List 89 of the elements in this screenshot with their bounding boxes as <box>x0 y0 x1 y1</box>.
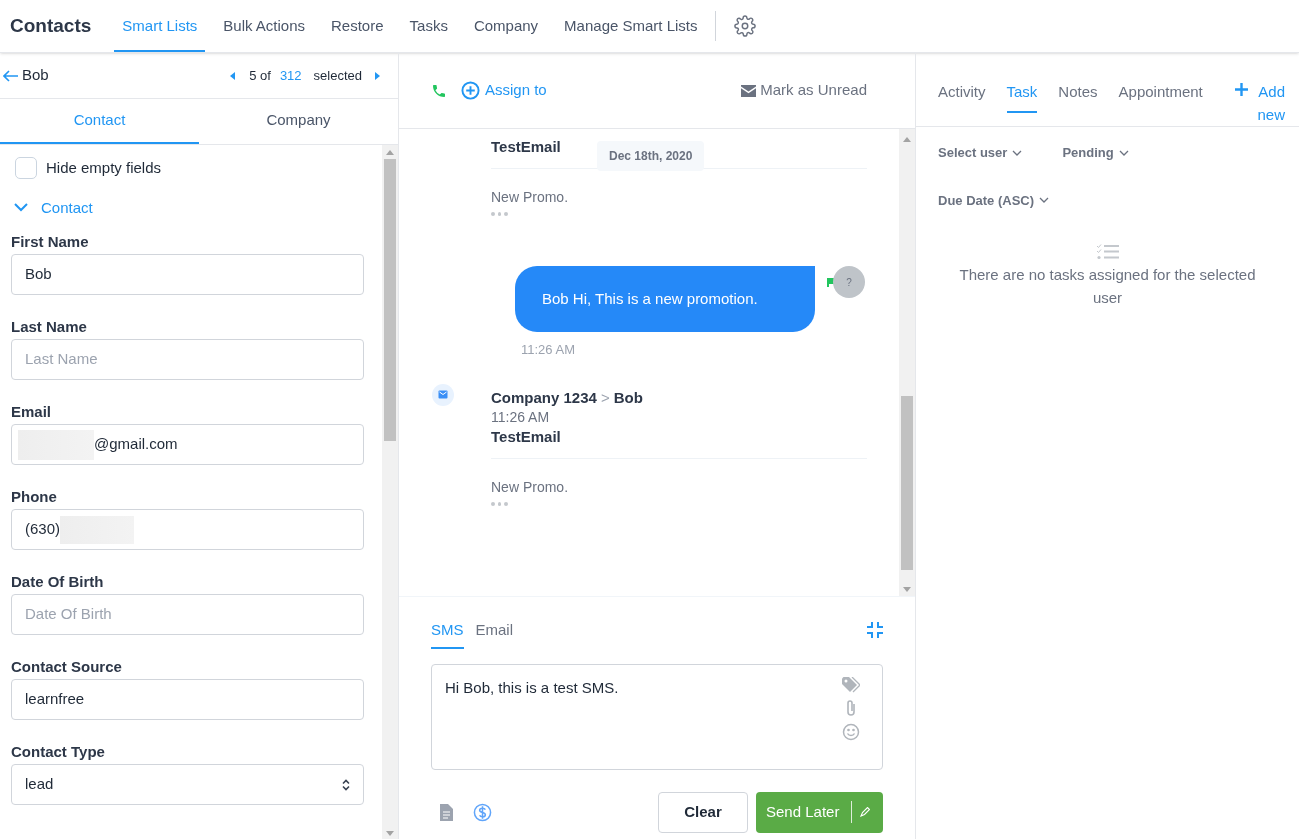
mark-unread-button[interactable]: Mark as Unread <box>741 79 867 102</box>
panel-tab[interactable]: Notes <box>1058 81 1098 113</box>
input-field[interactable]: (630) <box>11 509 364 550</box>
scroll-down-icon[interactable] <box>386 831 394 836</box>
panel-tab[interactable]: Contact <box>0 99 199 144</box>
sort-arrows-icon <box>342 778 350 791</box>
field-label: Email <box>11 403 53 421</box>
more-icon[interactable] <box>491 501 508 506</box>
checkbox-label: Hide empty fields <box>46 158 162 178</box>
panel-tab[interactable]: Company <box>199 99 398 144</box>
back-arrow-icon <box>3 69 19 82</box>
sender-name: Company 1234 <box>491 388 597 406</box>
input-field[interactable]: @gmail.com <box>11 424 364 465</box>
checklist-icon <box>1096 244 1119 260</box>
chevron-down-icon <box>1039 197 1050 204</box>
email-subject: TestEmail <box>491 426 561 446</box>
assign-button[interactable]: Assign to <box>461 79 547 102</box>
nav-tab[interactable]: Bulk Actions <box>215 0 314 52</box>
tag-icon[interactable] <box>842 676 860 693</box>
add-new-button[interactable]: Add new <box>1235 80 1285 126</box>
scrollbar[interactable] <box>382 145 398 839</box>
checkbox[interactable] <box>15 157 37 180</box>
message-time: 11:26 AM <box>521 341 576 359</box>
clear-button[interactable]: Clear <box>658 791 748 833</box>
document-icon[interactable] <box>439 803 453 821</box>
field-label: Last Name <box>11 318 88 336</box>
page-title: Contacts <box>10 13 92 38</box>
pager-total: 312 <box>279 66 302 85</box>
recipient-name: Bob <box>613 388 643 406</box>
panel-tab[interactable]: Appointment <box>1118 81 1203 113</box>
scrollbar[interactable] <box>899 129 915 596</box>
back-button[interactable]: Bob <box>3 64 49 87</box>
email-preview: New Promo. <box>491 477 570 497</box>
envelope-icon <box>741 84 757 97</box>
email-icon <box>432 383 454 406</box>
collapse-icon[interactable] <box>867 622 883 638</box>
separator-text: > <box>600 388 610 406</box>
sort-dropdown[interactable]: Due Date (ASC) <box>938 190 1050 210</box>
section-toggle[interactable]: Contact <box>14 196 93 219</box>
avatar: ? <box>833 266 865 298</box>
input-field[interactable]: Last Name <box>11 339 364 380</box>
composer-tab[interactable]: Email <box>475 619 514 649</box>
field-label: Date Of Birth <box>11 573 105 591</box>
panel-tab[interactable]: Activity <box>938 81 986 113</box>
scroll-down-icon[interactable] <box>903 587 911 592</box>
nav-tab[interactable]: Smart Lists <box>114 0 206 52</box>
emoji-icon[interactable] <box>842 722 860 741</box>
field-label: Phone <box>11 488 58 506</box>
scroll-thumb[interactable] <box>384 159 396 441</box>
field-label: Contact Type <box>11 743 106 761</box>
scroll-up-icon[interactable] <box>903 137 911 142</box>
filter-dropdown[interactable]: Pending <box>1062 143 1129 163</box>
empty-state-message: There are no tasks assigned for the selected user <box>958 265 1257 308</box>
email-preview: New Promo. <box>491 188 570 207</box>
field-label: First Name <box>11 233 90 251</box>
phone-icon[interactable] <box>431 82 447 99</box>
chevron-icon <box>14 203 28 213</box>
paperclip-icon[interactable] <box>845 698 857 717</box>
select-field[interactable]: lead <box>11 764 364 805</box>
pager-position: 5 of <box>249 66 271 85</box>
nav-tab[interactable]: Tasks <box>401 0 456 52</box>
scroll-up-icon[interactable] <box>386 150 394 155</box>
message-time: 11:26 AM <box>491 407 551 427</box>
scroll-thumb[interactable] <box>901 396 913 570</box>
input-field[interactable]: learnfree <box>11 679 364 720</box>
field-label: Contact Source <box>11 658 123 676</box>
nav-tab[interactable]: Restore <box>323 0 392 52</box>
panel-tab[interactable]: Task <box>1006 81 1038 113</box>
email-subject: TestEmail <box>491 137 561 156</box>
pencil-icon <box>860 807 871 817</box>
nav-tab[interactable]: Company <box>465 0 547 52</box>
chevron-down-icon <box>1012 149 1023 156</box>
composer-tab[interactable]: SMS <box>431 619 464 649</box>
input-field[interactable]: Bob <box>11 254 364 295</box>
more-icon[interactable] <box>491 212 508 216</box>
chevron-down-icon <box>1118 149 1129 156</box>
nav-tab[interactable]: Manage Smart Lists <box>556 0 706 52</box>
dollar-circle-icon[interactable] <box>473 802 492 822</box>
send-later-button[interactable]: Send Later <box>756 791 883 833</box>
previous-icon[interactable] <box>230 71 237 80</box>
next-icon[interactable] <box>374 71 380 80</box>
plus-icon <box>1235 83 1248 96</box>
date-badge: Dec 18th, 2020 <box>597 141 705 171</box>
add-circle-icon <box>461 81 480 100</box>
pager-label: selected <box>313 66 362 85</box>
message-input[interactable]: Hi Bob, this is a test SMS. <box>431 663 883 770</box>
settings-icon[interactable] <box>733 15 756 37</box>
message-bubble: Bob Hi, This is a new promotion. <box>515 266 815 332</box>
filter-dropdown[interactable]: Select user <box>938 143 1023 163</box>
